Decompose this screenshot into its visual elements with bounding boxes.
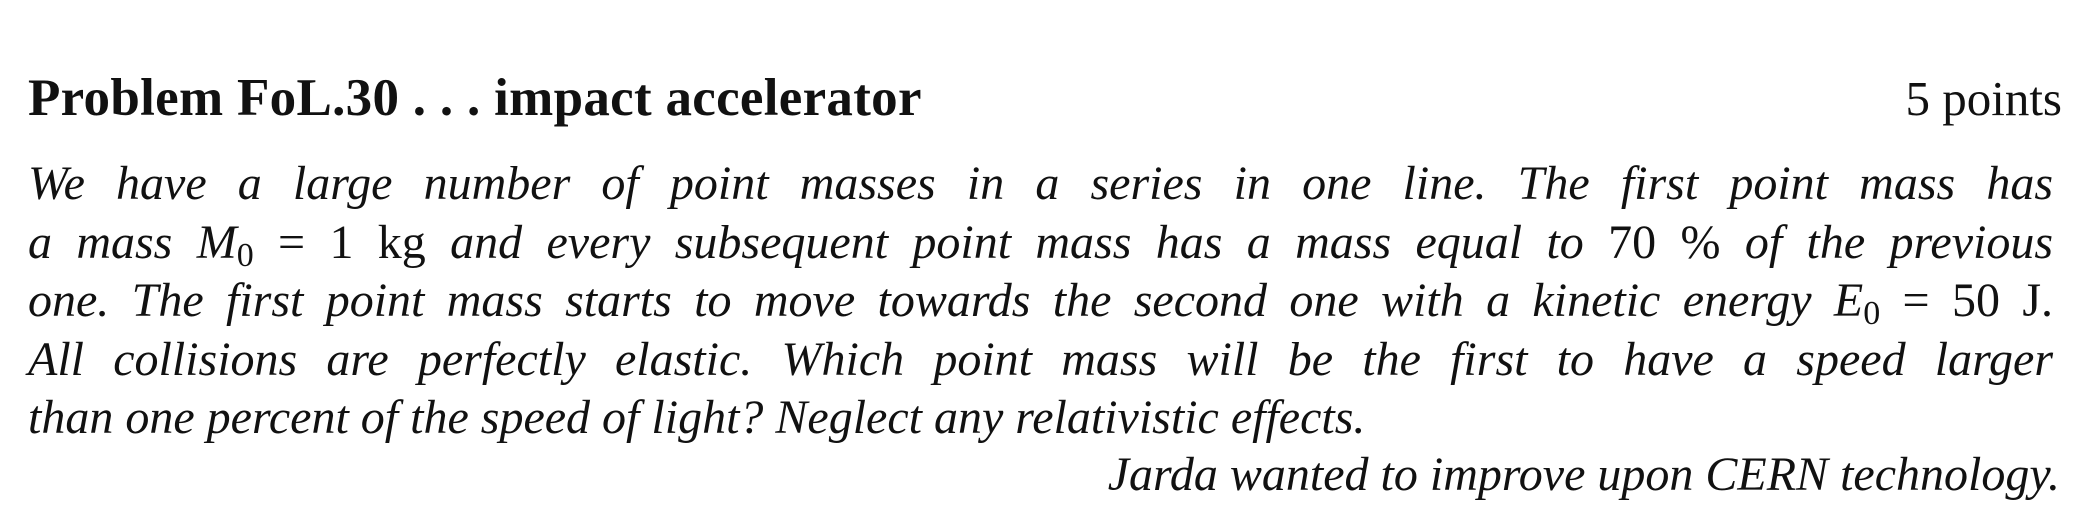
math-subscript: 0 — [236, 236, 254, 274]
text-fragment: . — [2041, 274, 2054, 327]
text-fragment: of the previous — [1720, 215, 2054, 269]
text-fragment: and every subsequent point mass has a ma… — [425, 215, 1609, 269]
problem-points: 5 points — [1905, 71, 2062, 126]
problem-line-1: We have a large number of point masses i… — [28, 157, 2053, 210]
math-value-mass: = 1 kg — [253, 215, 426, 269]
author-note: Jarda wanted to improve upon CERN techno… — [1107, 448, 2060, 501]
math-value-energy: = 50 J — [1880, 274, 2042, 327]
text-fragment: a mass — [28, 215, 197, 269]
math-symbol-mass: M — [196, 215, 237, 269]
math-symbol-energy: E — [1833, 274, 1864, 327]
problem-line-3: one. The first point mass starts to move… — [28, 272, 2054, 332]
problem-line-5: than one percent of the speed of light? … — [28, 391, 1366, 444]
document-page: Problem FoL.30 . . . impact accelerator … — [0, 0, 2090, 512]
math-value-percent: 70 % — [1608, 215, 1721, 269]
problem-line-4: All collisions are perfectly elastic. Wh… — [28, 332, 2053, 386]
text-fragment: one. The first point mass starts to move… — [28, 274, 1834, 327]
problem-statement: We have a large number of point masses i… — [28, 155, 2053, 448]
math-subscript: 0 — [1863, 295, 1881, 332]
problem-title: Problem FoL.30 . . . impact accelerator — [28, 69, 922, 127]
problem-line-2: a mass M0 = 1 kg and every subsequent po… — [28, 214, 2054, 274]
problem-header: Problem FoL.30 . . . impact accelerator … — [28, 68, 2062, 138]
